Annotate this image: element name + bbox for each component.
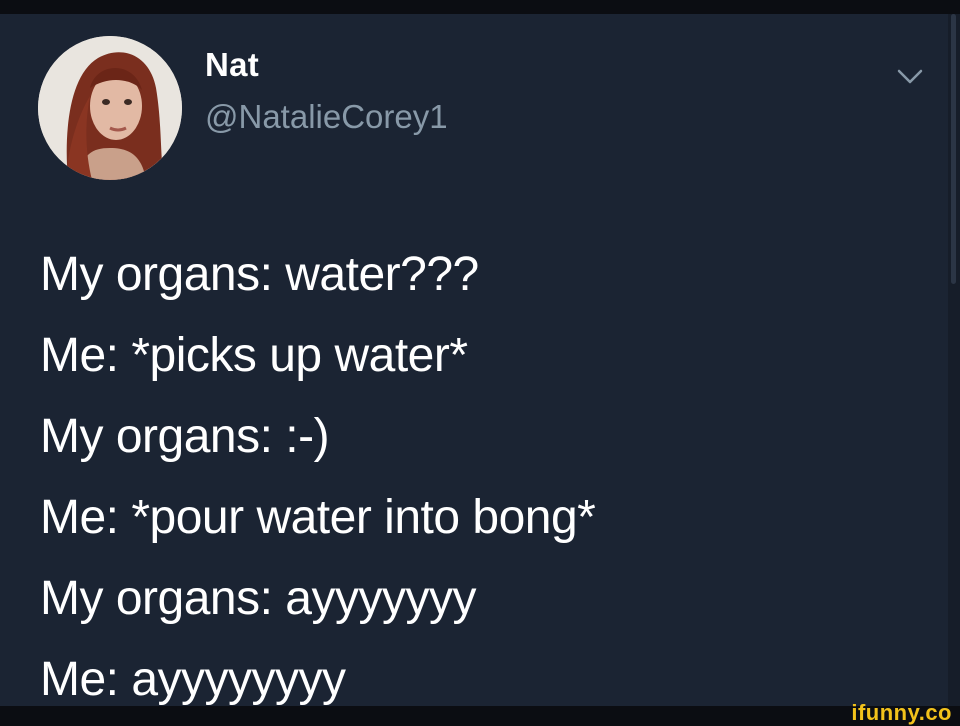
avatar[interactable] (38, 36, 182, 180)
tweet-line: My organs: :-) (40, 410, 330, 463)
tweet-line: My organs: ayyyyyyy (40, 572, 476, 625)
tweet-line: My organs: water??? (40, 248, 479, 301)
author-display-name[interactable]: Nat (205, 46, 259, 84)
scrollbar[interactable] (948, 14, 960, 706)
top-border (0, 0, 960, 14)
scrollbar-thumb[interactable] (951, 14, 956, 284)
bottom-border (0, 706, 960, 726)
tweet-line: Me: *picks up water* (40, 329, 468, 382)
tweet-text: My organs: water??? Me: *picks up water*… (40, 234, 920, 720)
tweet-line: Me: *pour water into bong* (40, 491, 596, 544)
chevron-down-icon[interactable] (895, 66, 925, 88)
author-handle[interactable]: @NatalieCorey1 (205, 98, 448, 136)
tweet-card: Nat @NatalieCorey1 My organs: water??? M… (0, 14, 948, 706)
avatar-image (38, 36, 182, 180)
ifunny-watermark: ifunny.co (851, 700, 952, 725)
